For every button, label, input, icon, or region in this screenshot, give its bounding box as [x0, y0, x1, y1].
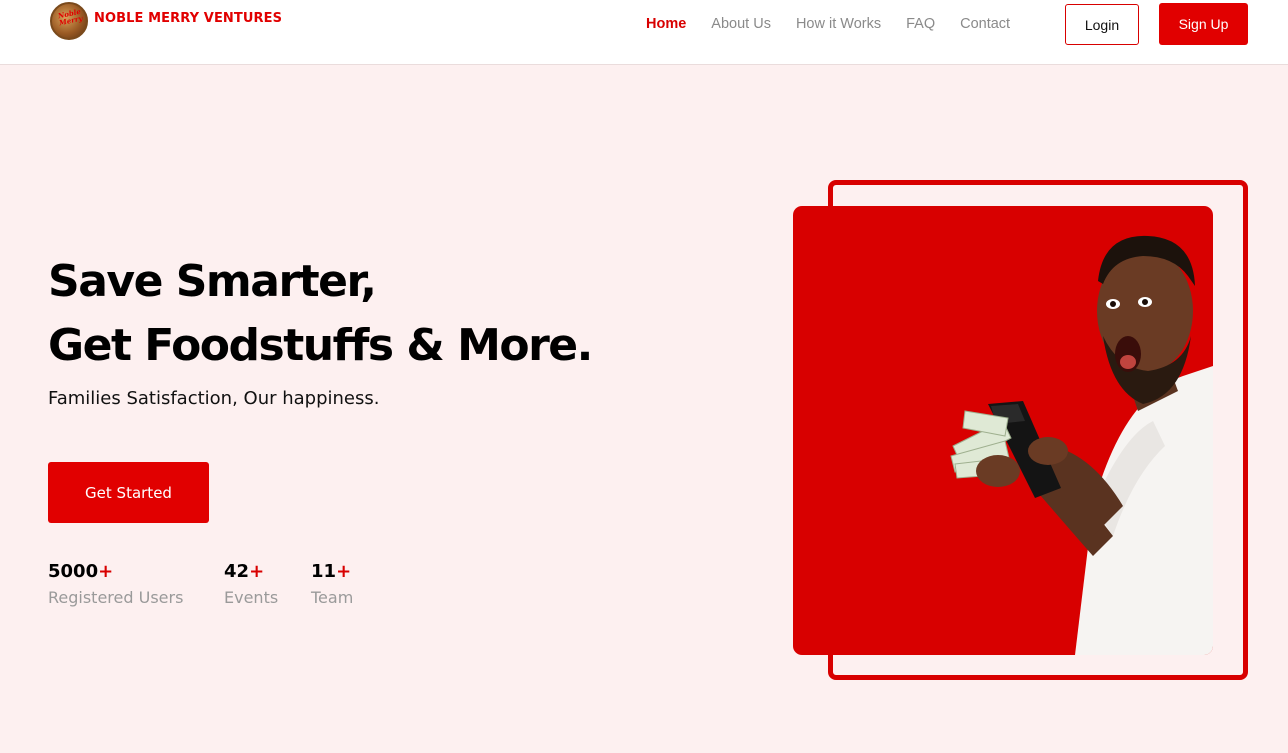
login-button[interactable]: Login [1065, 4, 1139, 45]
stat-registered-users: 5000+ Registered Users [48, 561, 183, 607]
main-nav: Home About Us How it Works FAQ Contact [646, 16, 1035, 32]
nav-item-contact[interactable]: Contact [960, 16, 1010, 32]
nav-item-home[interactable]: Home [646, 16, 686, 32]
stat-team: 11+ Team [311, 561, 353, 607]
stat-value: 42+ [224, 561, 265, 582]
hero-title-line-2: Get Foodstuffs & More. [48, 320, 593, 371]
logo-badge-text: Noble Merry [57, 6, 84, 28]
nav-item-how-it-works[interactable]: How it Works [796, 16, 881, 32]
nav-item-faq[interactable]: FAQ [906, 16, 935, 32]
logo-badge-icon: Noble Merry [50, 2, 88, 40]
stat-label: Team [311, 588, 354, 607]
hero-title: Save Smarter, Get Foodstuffs & More. [48, 250, 593, 378]
hero-subtitle: Families Satisfaction, Our happiness. [48, 388, 380, 409]
nav-item-about-us[interactable]: About Us [711, 16, 771, 32]
get-started-button[interactable]: Get Started [48, 462, 209, 523]
brand-logo[interactable]: Noble Merry NOBLE MERRY VENTURES [50, 2, 282, 40]
man-holding-cash-icon [950, 235, 1213, 655]
hero-title-line-1: Save Smarter, [48, 256, 377, 307]
signup-button[interactable]: Sign Up [1159, 3, 1248, 45]
stat-events: 42+ Events [224, 561, 278, 607]
stat-value: 11+ [311, 561, 352, 582]
brand-name: NOBLE MERRY VENTURES [94, 10, 283, 26]
site-header: Noble Merry NOBLE MERRY VENTURES Home Ab… [0, 0, 1288, 65]
stat-label: Events [224, 588, 279, 607]
hero-photo [793, 206, 1213, 655]
stat-value: 5000+ [48, 561, 114, 582]
stat-label: Registered Users [48, 588, 184, 607]
